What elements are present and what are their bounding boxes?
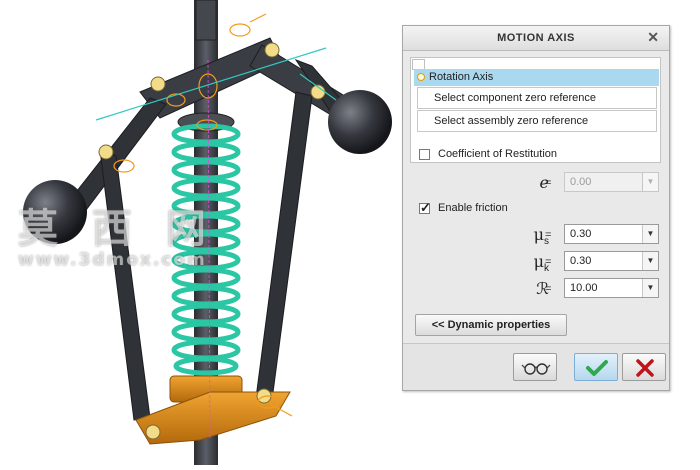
rotation-axis-label: Rotation Axis [429, 71, 494, 83]
glasses-icon [521, 363, 551, 375]
ok-button[interactable] [574, 353, 618, 381]
restitution-checkbox[interactable] [419, 149, 430, 160]
motion-axis-dialog: MOTION AXIS ✕ Rotation Axis Select compo… [402, 25, 670, 391]
dialog-footer [403, 343, 669, 390]
axis-status-icon [417, 73, 425, 81]
left-flyball [23, 180, 87, 244]
kinetic-friction-field[interactable]: 0.30 ▼ [564, 251, 659, 271]
assembly-zero-reference-collector[interactable]: Select assembly zero reference [417, 110, 657, 132]
close-icon[interactable]: ✕ [647, 29, 659, 46]
shaft-top [195, 0, 217, 41]
chevron-down-icon: ▼ [642, 173, 658, 191]
component-zero-reference-collector[interactable]: Select component zero reference [417, 87, 657, 109]
static-friction-row: μs = 0.30 ▼ [403, 224, 671, 247]
x-icon [636, 359, 654, 377]
static-friction-equals: = [545, 229, 552, 241]
restitution-label: Coefficient of Restitution [438, 148, 558, 160]
chevron-down-icon[interactable]: ▼ [642, 225, 658, 243]
right-flyball [328, 90, 392, 154]
checkmark-icon [586, 360, 608, 376]
friction-label: Enable friction [438, 202, 508, 214]
dynamic-properties-button[interactable]: << Dynamic properties [415, 314, 567, 336]
restitution-value-field: 0.00 ▼ [564, 172, 659, 192]
mu-symbol: μ [533, 252, 544, 271]
restitution-value: 0.00 [570, 176, 592, 188]
friction-checkbox[interactable]: ✓ [419, 200, 431, 215]
mu-symbol: μ [533, 225, 544, 244]
radius-equals: = [545, 283, 552, 295]
radius-value: 10.00 [570, 282, 598, 294]
right-lower-arm [255, 91, 313, 401]
dialog-title: MOTION AXIS [497, 32, 575, 44]
restitution-row: e = 0.00 ▼ [403, 172, 671, 194]
radius-row: ℛ = 10.00 ▼ [403, 278, 671, 300]
chevron-down-icon[interactable]: ▼ [642, 252, 658, 270]
static-friction-field[interactable]: 0.30 ▼ [564, 224, 659, 244]
kinetic-friction-value: 0.30 [570, 255, 592, 267]
checkmark-icon: ✓ [420, 200, 431, 215]
rotation-axis-item[interactable]: Rotation Axis [414, 69, 659, 86]
cancel-button[interactable] [622, 353, 666, 381]
kinetic-friction-equals: = [545, 256, 552, 268]
restitution-equals: = [545, 177, 552, 189]
static-friction-value: 0.30 [570, 228, 592, 240]
left-lower-arm [99, 149, 151, 421]
kinetic-friction-row: μk = 0.30 ▼ [403, 251, 671, 274]
dialog-title-bar[interactable]: MOTION AXIS ✕ [403, 26, 669, 51]
radius-field[interactable]: 10.00 ▼ [564, 278, 659, 298]
chevron-down-icon[interactable]: ▼ [642, 279, 658, 297]
preview-button[interactable] [513, 353, 557, 381]
